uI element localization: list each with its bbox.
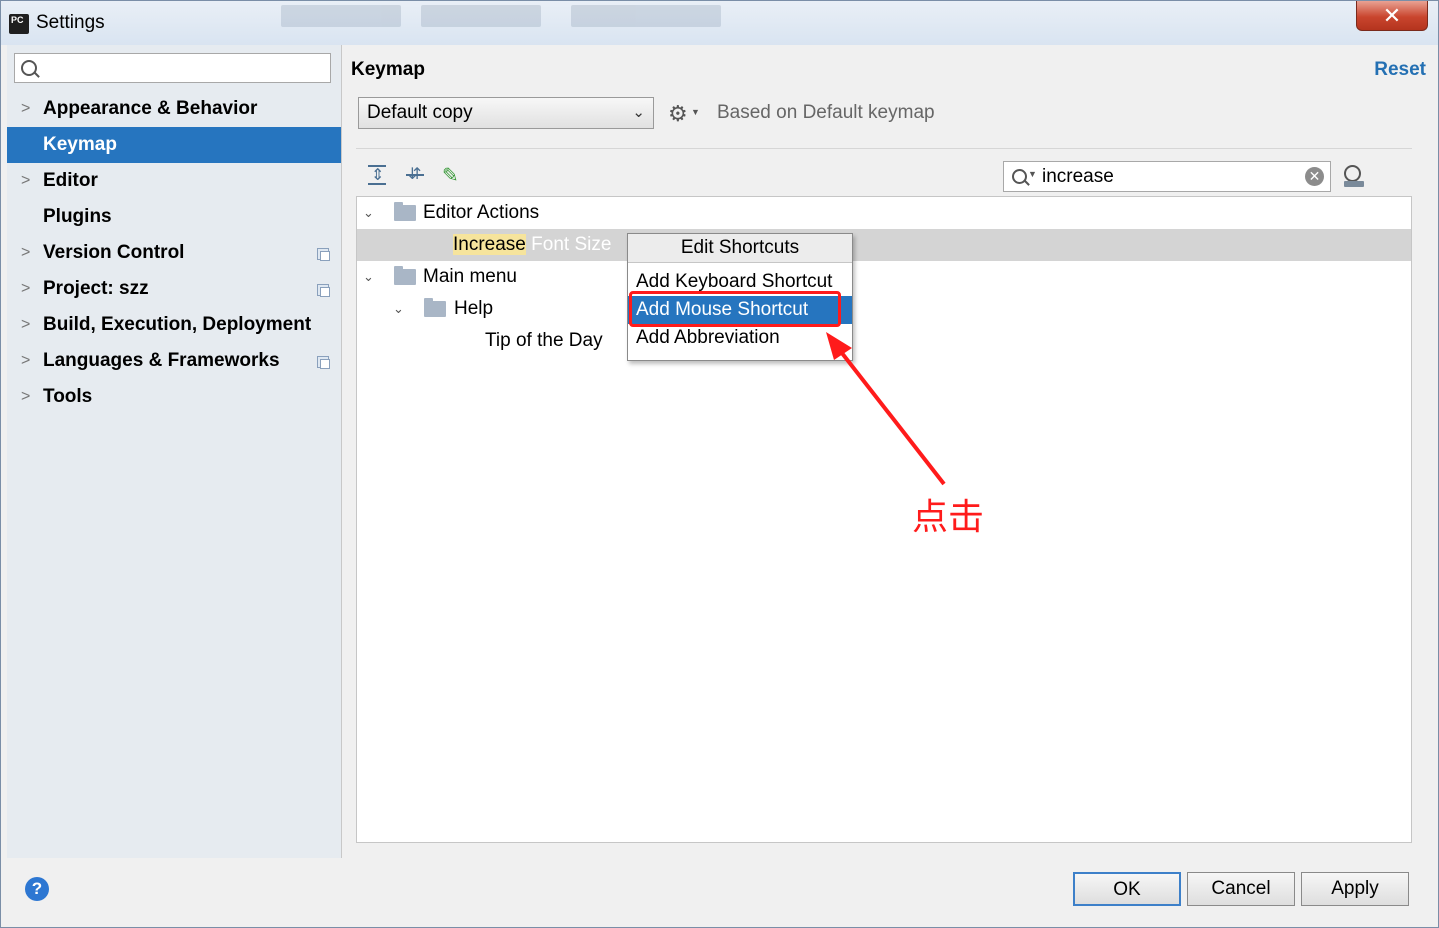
sidebar-item-build-execution-deployment[interactable]: > Build, Execution, Deployment [7, 307, 341, 343]
sidebar-item-label: Project: szz [43, 278, 149, 299]
tree-label: Main menu [423, 266, 517, 287]
search-icon [1012, 169, 1027, 184]
context-menu-header: Edit Shortcuts [628, 234, 852, 263]
background-editor-tabs [251, 1, 731, 45]
page-title: Keymap [351, 59, 425, 80]
sidebar-item-label: Build, Execution, Deployment [43, 314, 312, 335]
sidebar-item-label: Languages & Frameworks [43, 350, 280, 371]
sidebar-item-keymap[interactable]: Keymap [7, 127, 341, 163]
tree-row-help[interactable]: ⌄ Help [357, 293, 1411, 325]
cancel-button[interactable]: Cancel [1187, 872, 1295, 906]
caret-down-icon: ▼ [1028, 169, 1037, 179]
folder-icon [394, 202, 416, 221]
settings-sidebar: > Appearance & Behavior Keymap > Editor … [7, 45, 342, 858]
ok-button[interactable]: OK [1073, 872, 1181, 906]
chevron-right-icon: > [21, 100, 31, 117]
tree-label: Tip of the Day [485, 330, 603, 351]
sidebar-item-label: Tools [43, 386, 93, 407]
chevron-right-icon: > [21, 316, 31, 333]
sidebar-item-editor[interactable]: > Editor [7, 163, 341, 199]
clear-icon[interactable]: ✕ [1305, 167, 1324, 186]
sidebar-item-label: Keymap [43, 134, 117, 155]
tree-row-increase-font-size[interactable]: Increase Font Size [357, 229, 1411, 261]
chevron-right-icon: > [21, 280, 31, 297]
chevron-down-icon: ⌄ [393, 301, 404, 316]
help-icon[interactable]: ? [25, 877, 49, 901]
sidebar-item-languages-frameworks[interactable]: > Languages & Frameworks [7, 343, 341, 379]
settings-dialog: PC Settings ✕ > Appearance & Behavior Ke… [0, 0, 1439, 928]
sidebar-item-label: Appearance & Behavior [43, 98, 258, 119]
sidebar-item-label: Version Control [43, 242, 185, 263]
chevron-down-icon: ⌄ [363, 205, 374, 220]
caret-down-icon: ▼ [691, 107, 700, 117]
find-by-shortcut-icon[interactable] [1342, 163, 1366, 189]
chevron-right-icon: > [21, 172, 31, 189]
window-title: Settings [36, 12, 105, 33]
close-window-button[interactable]: ✕ [1356, 1, 1428, 31]
pycharm-logo-icon: PC [7, 12, 29, 34]
annotation-text: 点击 [912, 497, 985, 538]
title-bar: PC Settings ✕ [1, 1, 1438, 45]
tree-label: Editor Actions [423, 202, 540, 223]
gear-icon[interactable]: ⚙ [668, 101, 688, 127]
keymap-select[interactable]: Default copy ⌄ [358, 97, 654, 129]
keymap-tree: ⌄ Editor Actions Increase Font Size ⌄ Ma… [356, 196, 1412, 843]
chevron-right-icon: > [21, 352, 31, 369]
annotation-highlight-box [629, 291, 841, 327]
chevron-down-icon: ⌄ [363, 269, 374, 284]
search-match: Increase [453, 234, 526, 255]
collapse-all-icon[interactable] [404, 163, 426, 187]
project-settings-icon [317, 248, 330, 261]
sidebar-item-label: Editor [43, 170, 98, 191]
chevron-right-icon: > [21, 388, 31, 405]
folder-icon [424, 298, 446, 317]
divider [356, 148, 1412, 149]
sidebar-item-plugins[interactable]: Plugins [7, 199, 341, 235]
reset-link[interactable]: Reset [1374, 59, 1426, 81]
tree-row-main-menu[interactable]: ⌄ Main menu [357, 261, 1411, 293]
sidebar-item-tools[interactable]: > Tools [7, 379, 341, 415]
filter-value: increase [1042, 166, 1114, 187]
project-settings-icon [317, 284, 330, 297]
keymap-select-value: Default copy [367, 102, 473, 123]
tree-label: Help [454, 298, 494, 319]
settings-search-input[interactable] [14, 53, 331, 83]
folder-icon [394, 266, 416, 285]
tree-row-editor-actions[interactable]: ⌄ Editor Actions [357, 197, 1411, 229]
chevron-down-icon: ⌄ [632, 104, 645, 121]
sidebar-item-version-control[interactable]: > Version Control [7, 235, 341, 271]
expand-all-icon[interactable] [366, 163, 388, 187]
edit-pencil-icon[interactable]: ✎ [442, 163, 464, 187]
chevron-right-icon: > [21, 244, 31, 261]
search-icon [21, 60, 37, 76]
sidebar-item-project[interactable]: > Project: szz [7, 271, 341, 307]
sidebar-item-appearance-behavior[interactable]: > Appearance & Behavior [7, 91, 341, 127]
based-on-label: Based on Default keymap [717, 102, 935, 123]
keymap-filter-input[interactable]: ▼ increase ✕ [1003, 161, 1331, 192]
annotation-arrow [826, 332, 946, 486]
project-settings-icon [317, 356, 330, 369]
sidebar-item-label: Plugins [43, 206, 112, 227]
apply-button[interactable]: Apply [1301, 872, 1409, 906]
tree-label: Font Size [525, 234, 612, 255]
